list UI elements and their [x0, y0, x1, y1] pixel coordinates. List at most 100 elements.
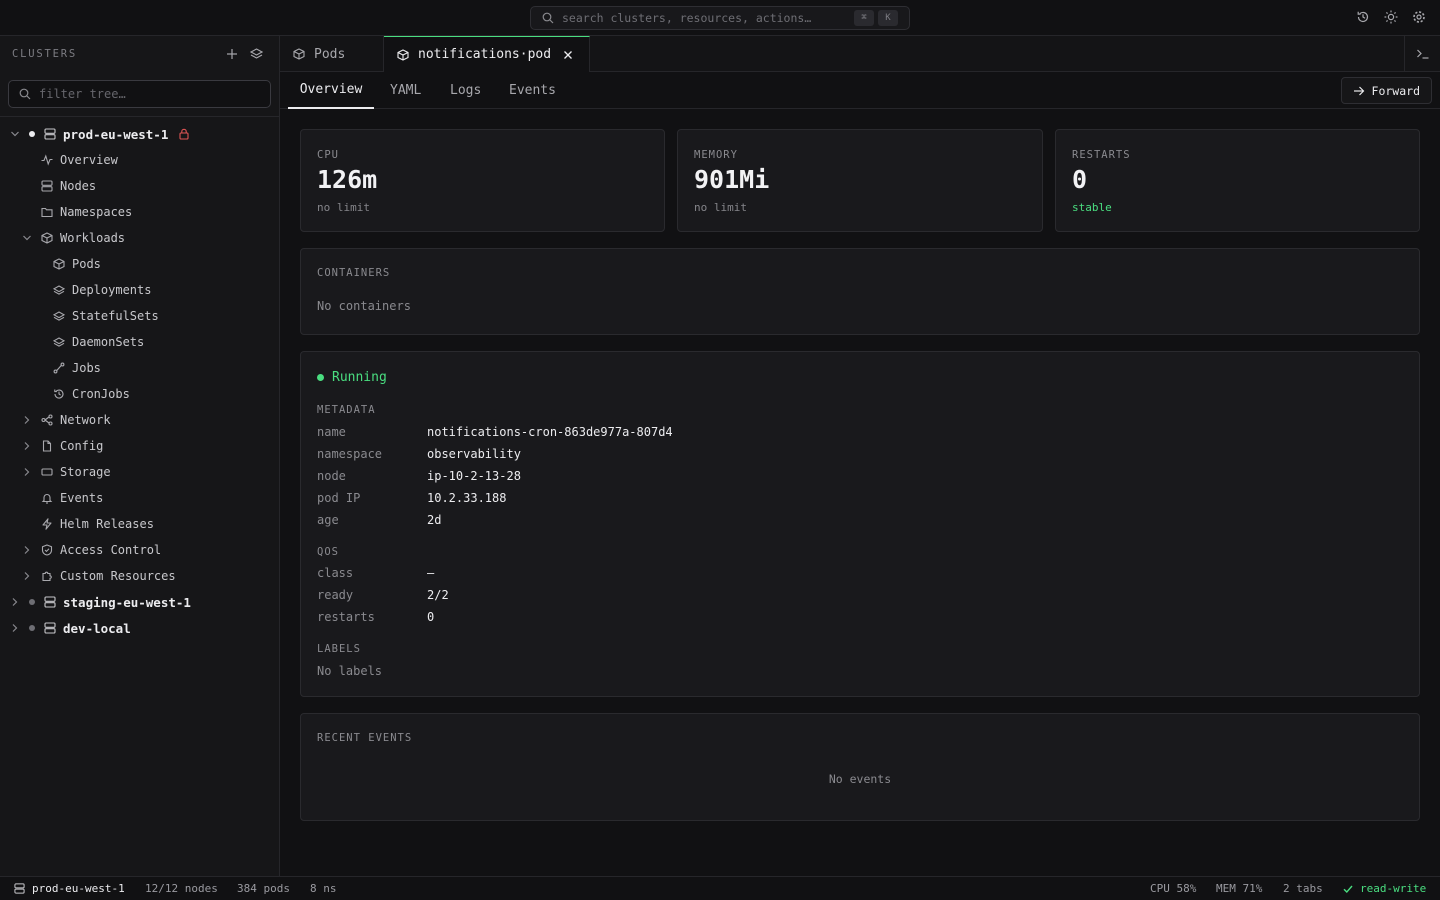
tree-label: Workloads — [60, 231, 126, 245]
tree-label: Jobs — [72, 361, 101, 375]
tree-label: Config — [60, 439, 104, 453]
field-key: age — [317, 513, 339, 527]
chevron-down-icon[interactable] — [22, 233, 32, 243]
tree-label: Helm Releases — [60, 517, 154, 531]
chevron-right-icon[interactable] — [10, 623, 20, 633]
recent-events-caption: RECENT EVENTS — [317, 732, 413, 744]
tree-item-custom-resources[interactable]: Custom Resources — [0, 563, 279, 589]
field-value: 10.2.33.188 — [427, 491, 507, 505]
terminal-button[interactable] — [1404, 36, 1440, 71]
shield-icon — [41, 544, 53, 556]
chevron-right-icon[interactable] — [22, 467, 32, 477]
folder-icon — [41, 207, 53, 218]
status-mode[interactable]: read-write — [1360, 882, 1426, 895]
tab-pods[interactable]: Pods — [280, 36, 384, 72]
cluster-dev-local[interactable]: dev-local — [0, 615, 279, 641]
tree-item-overview[interactable]: Overview — [0, 147, 279, 173]
field-value: 2/2 — [427, 588, 449, 602]
layers-icon[interactable] — [250, 48, 263, 60]
cluster-prod-eu-west-1[interactable]: prod-eu-west-1 — [0, 121, 279, 147]
metadata-row: age 2d — [317, 513, 441, 527]
cluster-name: staging-eu-west-1 — [63, 594, 191, 610]
status-cluster[interactable]: prod-eu-west-1 — [32, 882, 125, 895]
field-key: name — [317, 425, 346, 439]
cube-icon — [53, 258, 65, 270]
bolt-icon — [42, 518, 52, 530]
status-nodes: 12/12 nodes — [145, 882, 218, 895]
subtab-yaml[interactable]: YAML — [390, 72, 421, 109]
hard-drive-icon — [41, 468, 53, 476]
command-search[interactable]: search clusters, resources, actions… ⌘ K — [530, 6, 910, 30]
metadata-caption: METADATA — [317, 404, 376, 416]
tree-item-workloads[interactable]: Workloads — [0, 225, 279, 251]
tree-label: DaemonSets — [72, 335, 145, 349]
containers-card: CONTAINERS No containers — [300, 248, 1420, 335]
tree-item-statefulsets[interactable]: StatefulSets — [0, 303, 279, 329]
cluster-staging-eu-west-1[interactable]: staging-eu-west-1 — [0, 589, 279, 615]
field-value: 2d — [427, 513, 442, 527]
arrow-right-icon — [1353, 86, 1364, 95]
field-value: observability — [427, 447, 521, 461]
connection-dot — [29, 625, 35, 631]
chevron-right-icon[interactable] — [22, 415, 32, 425]
chevron-right-icon[interactable] — [22, 441, 32, 451]
layers-icon — [53, 337, 65, 347]
field-key: restarts — [317, 610, 375, 624]
close-icon[interactable] — [563, 50, 573, 60]
qos-row: ready 2/2 — [317, 588, 449, 602]
status-dot — [317, 374, 324, 381]
tree-item-cronjobs[interactable]: CronJobs — [0, 381, 279, 407]
layers-icon — [53, 285, 65, 295]
tree-item-namespaces[interactable]: Namespaces — [0, 199, 279, 225]
chevron-right-icon[interactable] — [22, 571, 32, 581]
subtab-events[interactable]: Events — [509, 72, 556, 109]
sidebar: CLUSTERS prod-eu-west-1 Overview Nodes — [0, 36, 280, 876]
pod-detail-card: Running METADATA name notifications-cron-… — [300, 351, 1420, 697]
search-icon — [542, 12, 554, 24]
tree-item-jobs[interactable]: Jobs — [0, 355, 279, 381]
restarts-status: stable — [1072, 201, 1112, 214]
tree-item-network[interactable]: Network — [0, 407, 279, 433]
tree-item-deployments[interactable]: Deployments — [0, 277, 279, 303]
chevron-down-icon[interactable] — [10, 129, 20, 139]
tab-label: notifications·pod — [418, 47, 552, 62]
chevron-right-icon[interactable] — [10, 597, 20, 607]
tree-item-config[interactable]: Config — [0, 433, 279, 459]
tree-item-events[interactable]: Events — [0, 485, 279, 511]
restarts-caption: RESTARTS — [1072, 149, 1131, 161]
cpu-limit: no limit — [317, 201, 370, 214]
tree-item-helm-releases[interactable]: Helm Releases — [0, 511, 279, 537]
add-cluster-icon[interactable] — [226, 48, 238, 60]
qos-row: class — — [317, 566, 434, 580]
status-tabs: 2 tabs — [1283, 882, 1323, 895]
tree-item-nodes[interactable]: Nodes — [0, 173, 279, 199]
tree-item-daemonsets[interactable]: DaemonSets — [0, 329, 279, 355]
history-icon[interactable] — [1356, 10, 1370, 24]
tab-notifications-pod[interactable]: notifications·pod — [384, 36, 590, 72]
cube-icon — [293, 48, 305, 60]
history-icon — [54, 389, 64, 399]
qos-caption: QOS — [317, 546, 339, 558]
memory-limit: no limit — [694, 201, 747, 214]
tree-item-storage[interactable]: Storage — [0, 459, 279, 485]
forward-button[interactable]: Forward — [1340, 77, 1432, 104]
tree-item-access-control[interactable]: Access Control — [0, 537, 279, 563]
filter-tree-input[interactable] — [39, 87, 239, 101]
sun-icon[interactable] — [1384, 10, 1398, 24]
subtab-logs[interactable]: Logs — [450, 72, 481, 109]
subtab-overview[interactable]: Overview — [288, 72, 374, 109]
tree-label: Overview — [60, 153, 118, 167]
memory-card: MEMORY 901Mi no limit — [677, 129, 1043, 232]
metadata-row: name notifications-cron-863de977a-807d4 — [317, 425, 673, 439]
chevron-right-icon[interactable] — [22, 545, 32, 555]
labels-caption: LABELS — [317, 643, 361, 655]
tree-label: Network — [60, 413, 111, 427]
field-key: node — [317, 469, 346, 483]
sidebar-title: CLUSTERS — [12, 48, 77, 60]
restarts-value: 0 — [1072, 165, 1088, 194]
gear-icon[interactable] — [1412, 10, 1426, 24]
tree-label: Custom Resources — [60, 569, 176, 583]
tab-bar: Pods notifications·pod — [280, 36, 1440, 72]
tree-label: Access Control — [60, 543, 162, 557]
tree-item-pods[interactable]: Pods — [0, 251, 279, 277]
